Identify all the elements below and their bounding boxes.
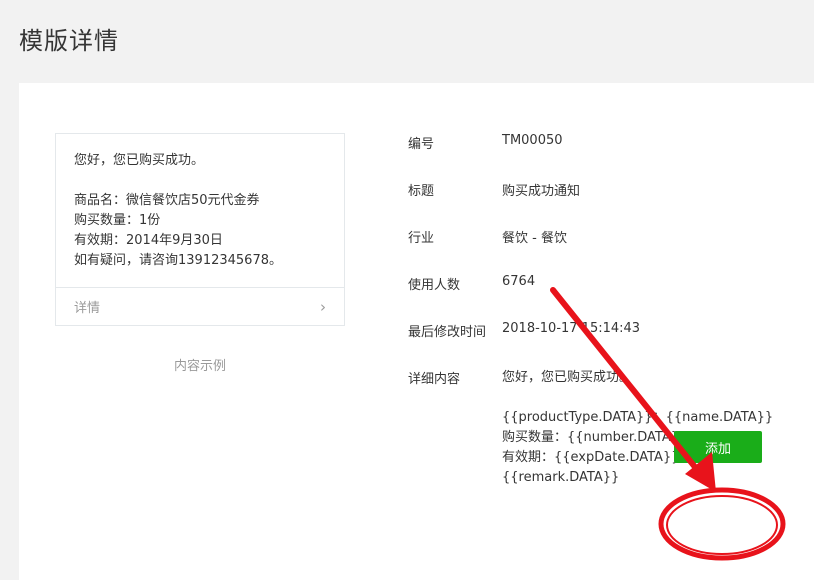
content-greeting: 您好，您已购买成功。 [502, 370, 633, 385]
industry-label: 行业 [408, 231, 435, 246]
number-label: 编号 [408, 137, 435, 152]
preview-detail-label: 详情 [74, 301, 101, 316]
template-detail-panel: 您好，您已购买成功。 商品名：微信餐饮店50元代金券 购买数量：1份 有效期：2… [19, 83, 814, 580]
preview-caption: 内容示例 [173, 359, 226, 374]
preview-detail-link[interactable]: 详情 › [56, 287, 344, 325]
industry-value: 餐饮 - 餐饮 [502, 231, 567, 246]
message-preview-card: 您好，您已购买成功。 商品名：微信餐饮店50元代金券 购买数量：1份 有效期：2… [55, 133, 345, 326]
info-row-users: 使用人数 6764 [408, 274, 808, 321]
number-value: TM00050 [502, 133, 563, 148]
title-value: 购买成功通知 [502, 184, 581, 199]
info-row-industry: 行业 餐饮 - 餐饮 [408, 227, 808, 274]
info-row-modified: 最后修改时间 2018-10-17 15:14:43 [408, 321, 808, 368]
users-label: 使用人数 [408, 278, 461, 293]
add-template-button[interactable]: 添加 [674, 431, 762, 463]
preview-line-quantity: 购买数量：1份 [74, 213, 161, 228]
info-row-number: 编号 TM00050 [408, 133, 808, 180]
info-row-title: 标题 购买成功通知 [408, 180, 808, 227]
content-line-product: {{productType.DATA}}：{{name.DATA}} [502, 410, 774, 425]
preview-line-product: 商品名：微信餐饮店50元代金券 [74, 193, 260, 208]
title-label: 标题 [408, 184, 435, 199]
preview-line-expiry: 有效期：2014年9月30日 [74, 233, 223, 248]
preview-body: 您好，您已购买成功。 商品名：微信餐饮店50元代金券 购买数量：1份 有效期：2… [56, 134, 344, 288]
info-row-content: 详细内容 您好，您已购买成功。 {{productType.DATA}}：{{n… [408, 368, 808, 488]
page-title: 模版详情 [19, 27, 119, 55]
content-line-remark: {{remark.DATA}} [502, 470, 620, 485]
preview-line-contact: 如有疑问，请咨询13912345678。 [74, 253, 282, 268]
modified-label: 最后修改时间 [408, 325, 487, 340]
modified-value: 2018-10-17 15:14:43 [502, 321, 641, 336]
content-label: 详细内容 [408, 372, 461, 387]
chevron-right-icon: › [320, 297, 326, 316]
content-value: 您好，您已购买成功。 {{productType.DATA}}：{{name.D… [502, 368, 773, 488]
users-value: 6764 [502, 274, 536, 289]
preview-greeting: 您好，您已购买成功。 [74, 153, 205, 168]
